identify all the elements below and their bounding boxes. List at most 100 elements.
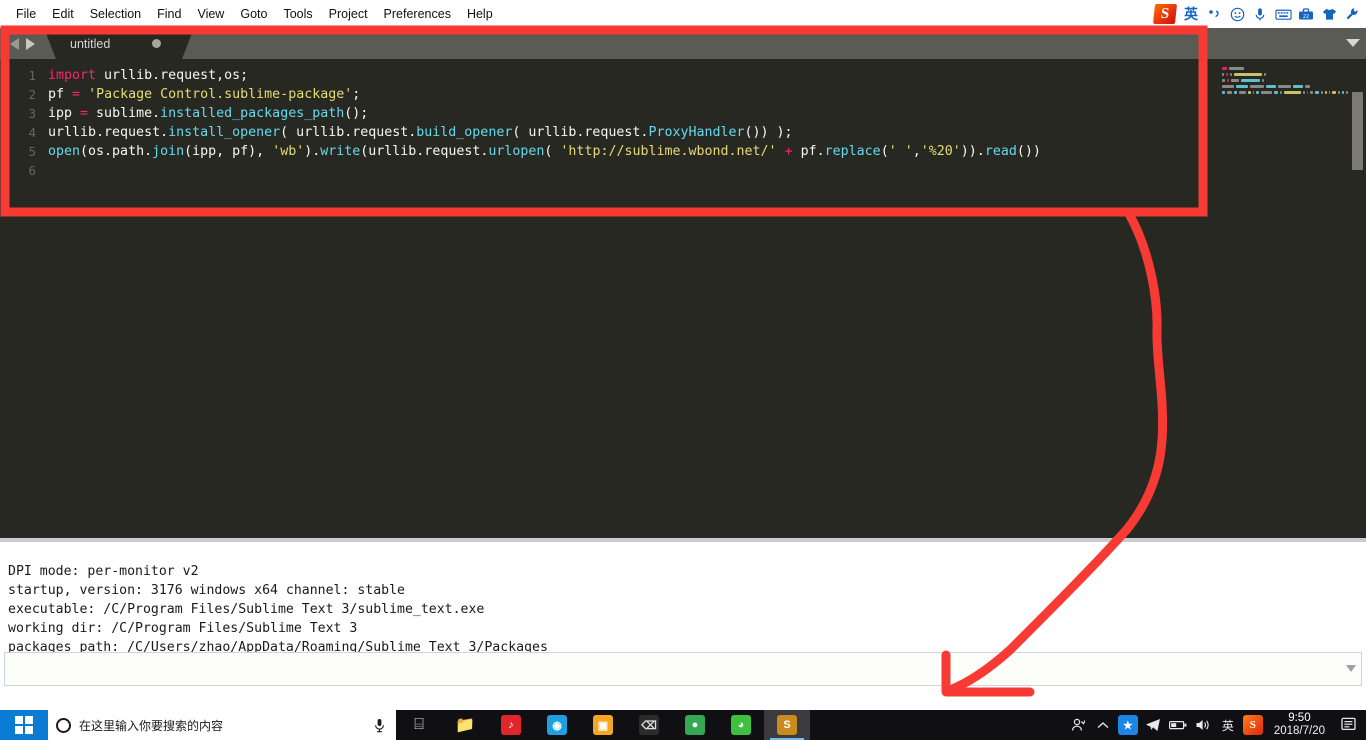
console-history-chevron-down-icon[interactable]: [1346, 665, 1356, 672]
notifications-icon[interactable]: [1334, 710, 1364, 740]
star-chat-icon[interactable]: ★: [1116, 710, 1140, 740]
menu-item-goto[interactable]: Goto: [232, 4, 275, 24]
previous-tab-icon[interactable]: [9, 37, 19, 50]
minimap-segment: [1324, 91, 1327, 94]
code-token: read: [984, 144, 1017, 159]
comma-icon[interactable]: [1204, 4, 1224, 24]
menu-item-help[interactable]: Help: [459, 4, 501, 24]
taskbar-virtualbox[interactable]: ▣: [580, 710, 626, 740]
minimap-segment: [1228, 67, 1245, 70]
menu-item-selection[interactable]: Selection: [82, 4, 149, 24]
code-minimap[interactable]: [1200, 59, 1349, 538]
skin-icon[interactable]: [1319, 4, 1339, 24]
code-token: ;: [352, 87, 361, 102]
tab-nav-arrows: [0, 28, 44, 59]
taskbar-qq-app[interactable]: ◉: [534, 710, 580, 740]
menu-item-view[interactable]: View: [189, 4, 232, 24]
windows-taskbar: 在这里输入你要搜索的内容 ⌸ 📁 ♪ ◉ ▣ ⌫ ● ◕ S ★ 英 S 9:5…: [0, 710, 1366, 740]
taskbar-terminal[interactable]: ⌫: [626, 710, 672, 740]
sogou-tray-icon[interactable]: S: [1241, 710, 1265, 740]
chevron-up-icon[interactable]: [1091, 710, 1115, 740]
minimap-segment: [1314, 91, 1320, 94]
chevron-down-icon[interactable]: [1346, 39, 1360, 47]
minimap-segment: [1226, 91, 1233, 94]
ime-indicator[interactable]: 英: [1216, 710, 1240, 740]
code-token: ()): [1016, 144, 1041, 159]
svg-text:22: 22: [1303, 14, 1309, 20]
minimap-segment: [1265, 85, 1276, 88]
code-token: urlopen: [488, 144, 545, 159]
minimap-segment: [1252, 91, 1255, 94]
taskbar-wechat[interactable]: ◕: [718, 710, 764, 740]
search-placeholder-text: 在这里输入你要搜索的内容: [79, 718, 224, 733]
battery-icon[interactable]: [1166, 710, 1190, 740]
minimap-segment: [1341, 91, 1345, 94]
toolbox-icon[interactable]: 22: [1296, 4, 1316, 24]
next-tab-icon[interactable]: [25, 37, 35, 50]
start-button[interactable]: [0, 710, 48, 740]
line-number: 4: [28, 125, 36, 140]
minimap-row: [1222, 79, 1348, 83]
minimap-segment: [1261, 79, 1264, 82]
line-number-gutter: 1 2 3 4 5 6: [0, 59, 44, 538]
code-token: (os.path.: [80, 144, 153, 159]
code-token: ' ': [888, 144, 913, 159]
code-token: 'http://sublime.wbond.net/': [560, 144, 777, 159]
menu-item-project[interactable]: Project: [321, 4, 376, 24]
line-number: 5: [28, 144, 36, 159]
taskbar-sublime-text[interactable]: S: [764, 710, 810, 740]
minimap-segment: [1249, 85, 1264, 88]
taskbar-search-box[interactable]: 在这里输入你要搜索的内容: [48, 710, 396, 740]
task-view-icon: ⌸: [414, 716, 424, 733]
tab-untitled[interactable]: untitled: [44, 28, 194, 59]
menu-item-edit[interactable]: Edit: [44, 4, 82, 24]
minimap-segment: [1234, 73, 1262, 76]
sogou-logo-icon[interactable]: S: [1152, 2, 1178, 26]
code-token: (: [880, 144, 889, 159]
sogou-ime-toolbar[interactable]: S 英 22: [1152, 0, 1366, 28]
code-text[interactable]: import urllib.request,os; pf = 'Package C…: [48, 66, 1041, 180]
minimap-segment: [1222, 85, 1235, 88]
menu-item-preferences[interactable]: Preferences: [376, 4, 459, 24]
minimap-segment: [1261, 91, 1272, 94]
code-token: write: [320, 144, 361, 159]
microphone-icon[interactable]: [1250, 4, 1270, 24]
code-token: (urllib.request.: [360, 144, 489, 159]
line-number: 6: [28, 163, 36, 178]
code-token: sublime.: [88, 106, 161, 121]
menu-item-file[interactable]: File: [8, 4, 44, 24]
console-input[interactable]: [4, 652, 1362, 686]
telegram-icon[interactable]: [1141, 710, 1165, 740]
code-token: join: [152, 144, 185, 159]
code-token: ( urllib.request.: [280, 125, 417, 140]
virtualbox-icon: ▣: [593, 715, 613, 735]
wechat-icon: ◕: [731, 715, 751, 735]
volume-icon[interactable]: [1191, 710, 1215, 740]
taskbar-file-explorer[interactable]: 📁: [442, 710, 488, 740]
minimap-segment: [1310, 91, 1313, 94]
console-input-area[interactable]: [4, 652, 1362, 686]
taskbar-chrome[interactable]: ●: [672, 710, 718, 740]
minimap-row: [1222, 73, 1348, 77]
keyboard-icon[interactable]: [1273, 4, 1293, 24]
taskbar-netease-music[interactable]: ♪: [488, 710, 534, 740]
console-line: working dir: /C/Program Files/Sublime Te…: [8, 621, 358, 636]
clock[interactable]: 9:50 2018/7/20: [1266, 712, 1333, 738]
code-editor[interactable]: 1 2 3 4 5 6 import urllib.request,os; pf …: [0, 59, 1366, 538]
minimap-row: [1222, 91, 1349, 95]
code-token: (ipp, pf),: [184, 144, 273, 159]
smiley-icon[interactable]: [1227, 4, 1247, 24]
menu-item-find[interactable]: Find: [149, 4, 189, 24]
code-token: ).: [304, 144, 321, 159]
menu-item-tools[interactable]: Tools: [275, 4, 320, 24]
tab-dirty-indicator-icon[interactable]: [152, 39, 161, 48]
person-icon[interactable]: [1066, 710, 1090, 740]
taskbar-task-view[interactable]: ⌸: [396, 710, 442, 740]
vertical-scrollbar[interactable]: [1352, 92, 1363, 170]
minimap-segment: [1222, 73, 1225, 76]
code-token: urllib.request,os;: [96, 68, 249, 83]
ime-mode-chinese-icon[interactable]: 英: [1181, 4, 1201, 24]
wrench-icon[interactable]: [1342, 4, 1362, 24]
minimap-segment: [1303, 91, 1305, 94]
microphone-icon[interactable]: [374, 718, 388, 733]
